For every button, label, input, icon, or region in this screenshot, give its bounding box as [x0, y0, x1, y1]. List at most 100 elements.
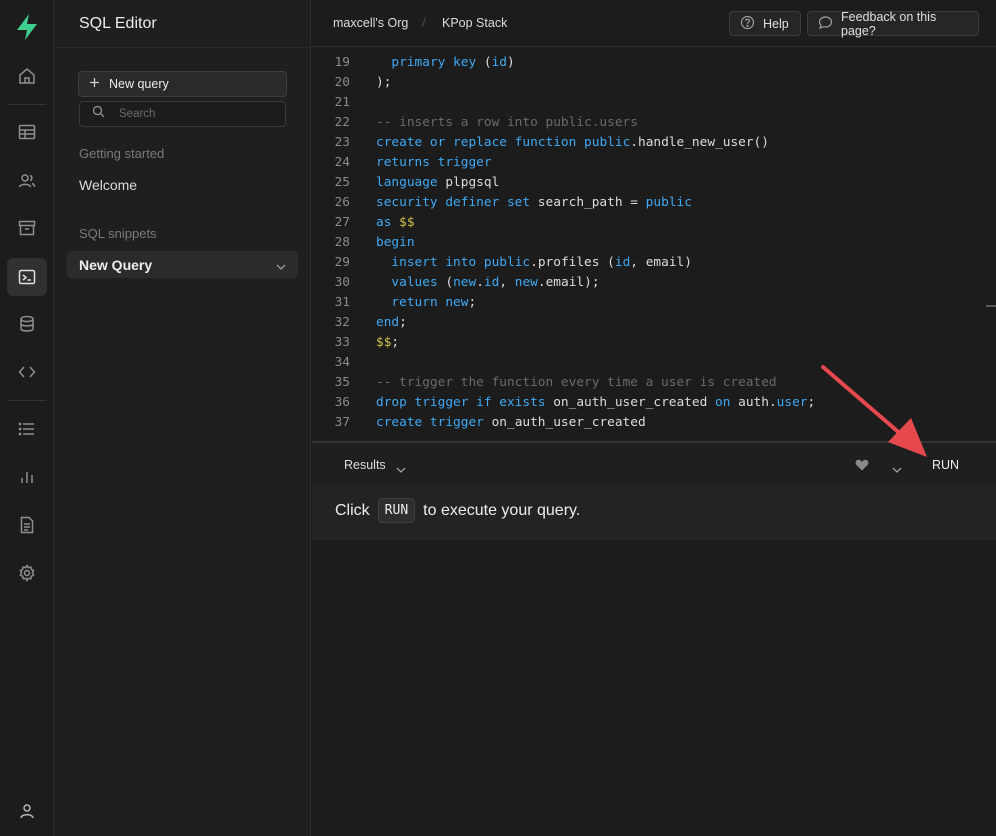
line-number: 24	[334, 155, 350, 170]
code-line[interactable]: 27 as $$	[312, 213, 996, 233]
code-line[interactable]: 21	[312, 93, 996, 113]
code-icon[interactable]	[7, 353, 47, 391]
code-token: begin	[376, 235, 415, 250]
code-text: insert into public.profiles (id, email)	[376, 253, 692, 273]
document-icon[interactable]	[7, 506, 47, 544]
code-line[interactable]: 24 returns trigger	[312, 153, 996, 173]
code-token: public	[483, 255, 531, 270]
code-token: $$	[376, 335, 392, 350]
archive-icon[interactable]	[7, 209, 47, 247]
help-label: Help	[763, 16, 789, 31]
code-token: language	[376, 175, 438, 190]
feedback-button[interactable]: Feedback on this page?	[807, 10, 979, 38]
results-toolbar: Results RUN	[312, 441, 996, 484]
icon-rail	[0, 0, 54, 836]
search-box[interactable]	[79, 101, 286, 127]
sidebar-item-new-query[interactable]: New Query	[67, 251, 298, 278]
code-token: ;	[807, 395, 816, 410]
results-tab[interactable]: Results	[344, 458, 386, 472]
sql-code-editor[interactable]: 19 primary key (id) 20); 21 22 -- inserts a …	[312, 48, 996, 440]
database-icon[interactable]	[7, 305, 47, 343]
terminal-icon[interactable]	[7, 258, 47, 296]
code-text: create trigger on_auth_user_created	[376, 413, 646, 433]
code-line[interactable]: 35 -- trigger the function every time a u…	[312, 373, 996, 393]
list-icon[interactable]	[7, 410, 47, 448]
rail-divider	[8, 400, 46, 401]
gear-icon[interactable]	[7, 554, 47, 592]
sidebar-item-label: New Query	[79, 256, 153, 273]
chevron-down-icon[interactable]	[396, 460, 406, 478]
line-number: 31	[334, 295, 350, 310]
line-number: 20	[334, 75, 350, 90]
line-number: 23	[334, 135, 350, 150]
line-number: 21	[334, 95, 350, 110]
code-line[interactable]: 30 values (new.id, new.email);	[312, 273, 996, 293]
line-number: 35	[334, 375, 350, 390]
code-token: return new	[391, 295, 469, 310]
code-line[interactable]: 23 create or replace function public.hand…	[312, 133, 996, 153]
code-text: returns trigger	[376, 153, 492, 173]
home-icon[interactable]	[7, 57, 47, 95]
code-token: returns trigger	[376, 155, 492, 170]
code-line[interactable]: 29 insert into public.profiles (id, emai…	[312, 253, 996, 273]
supabase-logo-icon[interactable]	[7, 8, 47, 46]
code-line[interactable]: 34	[312, 353, 996, 373]
results-panel: Click RUN to execute your query.	[312, 484, 996, 540]
run-button[interactable]: RUN	[932, 458, 959, 472]
help-button[interactable]: Help	[729, 11, 801, 36]
help-icon	[740, 15, 755, 33]
line-number: 36	[334, 395, 350, 410]
chart-icon[interactable]	[7, 458, 47, 496]
code-line[interactable]: 32 end;	[312, 313, 996, 333]
code-line[interactable]: 31 return new;	[312, 293, 996, 313]
new-query-button[interactable]: New query	[78, 71, 287, 97]
code-token: )	[507, 55, 515, 70]
code-line[interactable]: 25 language plpgsql	[312, 173, 996, 193]
code-token: public	[584, 135, 631, 150]
code-text: values (new.id, new.email);	[376, 273, 599, 293]
line-number: 28	[334, 235, 350, 250]
code-token: .	[476, 275, 484, 290]
breadcrumb-separator: /	[422, 14, 426, 30]
sidebar-item-welcome[interactable]: Welcome	[79, 177, 137, 193]
code-token: (	[476, 55, 492, 70]
code-text: drop trigger if exists on_auth_user_crea…	[376, 393, 815, 413]
code-token: auth.	[730, 395, 777, 410]
code-line[interactable]: 36 drop trigger if exists on_auth_user_cr…	[312, 393, 996, 413]
search-input[interactable]	[119, 108, 269, 120]
code-line[interactable]: 22 -- inserts a row into public.users	[312, 113, 996, 133]
code-token: plpgsql	[437, 175, 500, 190]
user-icon[interactable]	[7, 792, 47, 830]
line-number: 33	[334, 335, 350, 350]
code-token: create or replace function	[376, 135, 577, 150]
code-line[interactable]: 28 begin	[312, 233, 996, 253]
run-kbd: RUN	[377, 498, 416, 523]
table-icon[interactable]	[7, 113, 47, 151]
breadcrumb-project[interactable]: KPop Stack	[442, 16, 507, 30]
code-line[interactable]: 26 security definer set search_path = pub…	[312, 193, 996, 213]
code-token: ,	[499, 275, 515, 290]
code-token: search_path =	[530, 195, 646, 210]
code-text: -- inserts a row into public.users	[376, 113, 638, 133]
line-number: 25	[334, 175, 350, 190]
code-line[interactable]: 19 primary key (id)	[312, 53, 996, 73]
line-number: 19	[334, 55, 350, 70]
code-token: ;	[399, 315, 407, 330]
code-line[interactable]: 37 create trigger on_auth_user_created	[312, 413, 996, 433]
breadcrumb-org[interactable]: maxcell's Org	[333, 16, 408, 30]
code-token: ;	[468, 295, 477, 310]
users-icon[interactable]	[7, 162, 47, 200]
code-line[interactable]: 20);	[312, 73, 996, 93]
search-icon	[92, 105, 105, 123]
heart-icon[interactable]	[855, 458, 869, 476]
code-token: end	[376, 315, 400, 330]
chevron-down-icon[interactable]	[276, 257, 286, 273]
line-number: 29	[334, 255, 350, 270]
chevron-down-icon[interactable]	[892, 460, 902, 478]
code-line[interactable]: 33 $$;	[312, 333, 996, 353]
sidebar-title: SQL Editor	[79, 15, 157, 32]
chat-icon	[818, 15, 833, 33]
code-text: return new;	[376, 293, 476, 313]
code-token: ;	[391, 335, 400, 350]
